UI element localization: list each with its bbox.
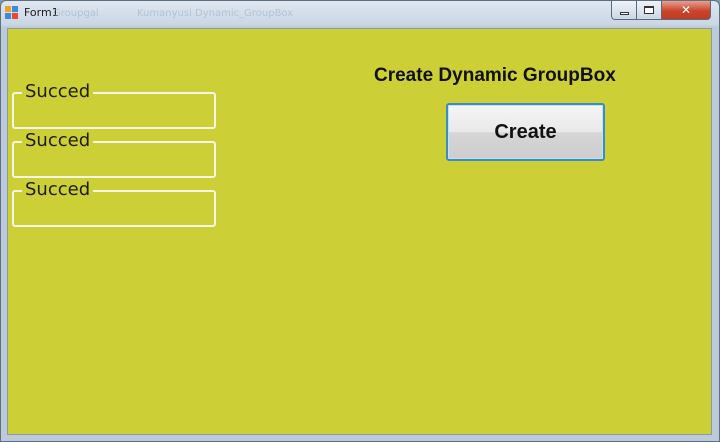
background-window-title-fragment: Groupgal bbox=[53, 8, 99, 19]
dynamic-groupbox: Succed bbox=[12, 180, 216, 227]
form1-window: Form1 Groupgal Kumanyusi Dynamic_GroupBo… bbox=[0, 0, 720, 442]
groupbox-label: Succed bbox=[22, 180, 94, 200]
close-icon: ✕ bbox=[680, 3, 692, 17]
create-button[interactable]: Create bbox=[446, 103, 605, 161]
groupbox-label: Succed bbox=[22, 82, 94, 102]
form-client-area: Succed Succed Succed Create Dynamic Grou… bbox=[7, 28, 712, 435]
dynamic-groupbox: Succed bbox=[12, 131, 216, 178]
app-icon[interactable] bbox=[5, 6, 19, 20]
close-button[interactable]: ✕ bbox=[662, 1, 711, 20]
minimize-icon bbox=[619, 11, 629, 15]
background-window-title-fragment: Kumanyusi Dynamic_GroupBox bbox=[137, 8, 294, 19]
dynamic-groupbox: Succed bbox=[12, 82, 216, 129]
caption-buttons: ✕ bbox=[611, 1, 715, 20]
minimize-button[interactable] bbox=[611, 1, 637, 20]
groupbox-label: Succed bbox=[22, 131, 94, 151]
title-bar[interactable]: Form1 Groupgal Kumanyusi Dynamic_GroupBo… bbox=[1, 1, 719, 27]
heading-label: Create Dynamic GroupBox bbox=[374, 65, 616, 86]
maximize-icon bbox=[644, 6, 654, 14]
maximize-button[interactable] bbox=[637, 1, 662, 20]
